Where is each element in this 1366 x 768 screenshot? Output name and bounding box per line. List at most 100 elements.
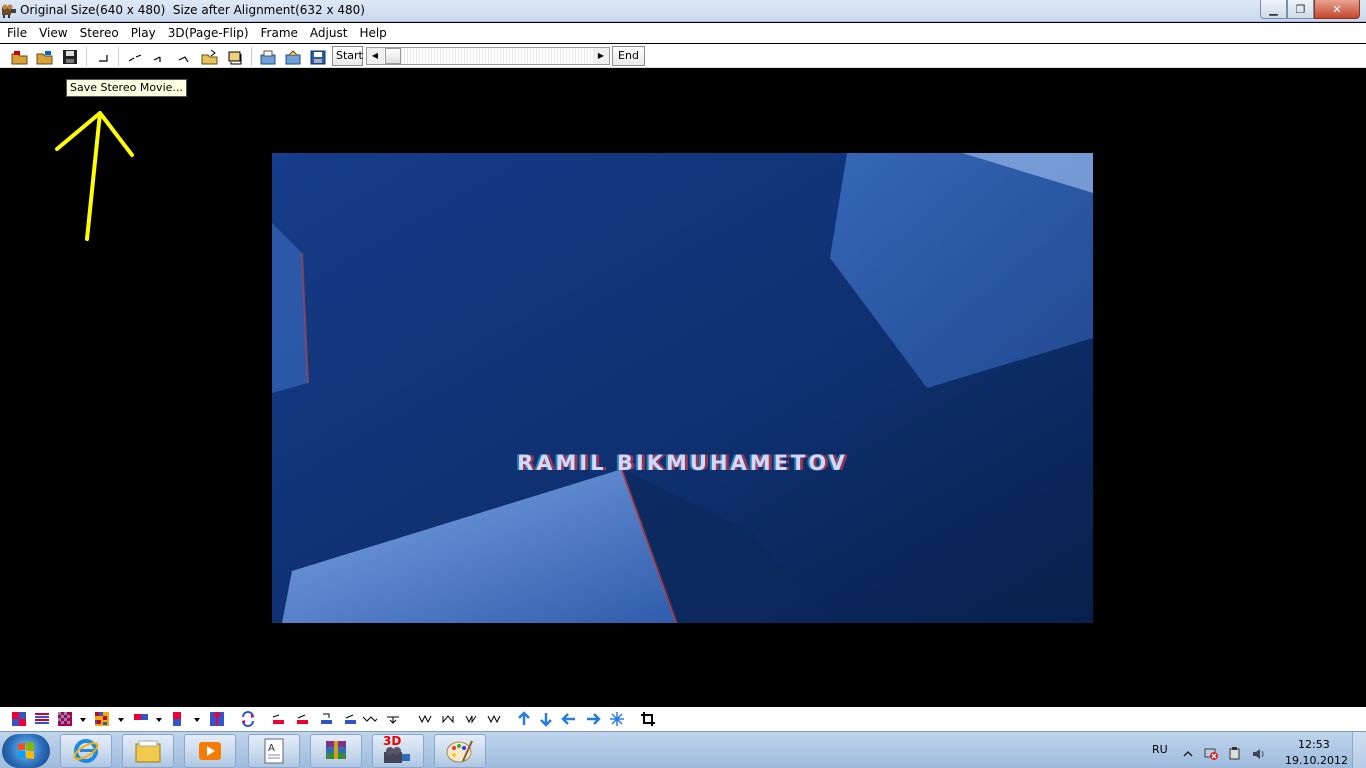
explorer-icon bbox=[135, 740, 161, 763]
open-folder-icon[interactable] bbox=[201, 49, 219, 65]
scroll-left-icon[interactable]: ◀ bbox=[367, 48, 383, 64]
wave-1-icon[interactable] bbox=[417, 711, 433, 727]
minimize-icon: ▁ bbox=[1269, 2, 1278, 16]
arrow-right-icon[interactable] bbox=[585, 711, 601, 727]
network-warning-icon[interactable] bbox=[1204, 745, 1218, 760]
align-icon[interactable] bbox=[94, 49, 112, 65]
save-disk-icon[interactable] bbox=[309, 49, 327, 65]
dropdown-icon[interactable] bbox=[192, 711, 202, 727]
over-under-icon[interactable] bbox=[170, 711, 186, 727]
video-caption: RAMIL BIKMUHAMETOV bbox=[517, 451, 848, 475]
svg-text:A: A bbox=[268, 743, 275, 754]
frame-scrollbar[interactable]: ◀ ▶ bbox=[366, 47, 610, 65]
taskbar: A 3D RU 12:53 19.10.2012 bbox=[0, 731, 1366, 768]
flip-icon[interactable] bbox=[151, 49, 169, 65]
menu-frame[interactable]: Frame bbox=[255, 23, 304, 43]
stereo-app-badge: 3D bbox=[383, 734, 402, 748]
close-icon: ✕ bbox=[1332, 2, 1342, 16]
menu-file[interactable]: File bbox=[0, 23, 33, 43]
maximize-button[interactable]: ❐ bbox=[1287, 0, 1314, 19]
menu-adjust[interactable]: Adjust bbox=[304, 23, 354, 43]
highlight-arrow-icon bbox=[55, 111, 134, 241]
restore-icon: ❐ bbox=[1295, 2, 1306, 16]
clock-time[interactable]: 12:53 bbox=[1298, 738, 1330, 751]
window-controls: ▁ ❐ ✕ bbox=[1260, 0, 1360, 20]
winrar-icon bbox=[326, 741, 346, 759]
toolbar-separator bbox=[86, 47, 87, 66]
mosaic-icon[interactable] bbox=[94, 711, 110, 727]
end-button[interactable]: End bbox=[612, 46, 645, 66]
media-player-icon bbox=[199, 742, 221, 760]
arrow-down-icon[interactable] bbox=[538, 711, 554, 727]
power-icon[interactable] bbox=[1228, 745, 1242, 760]
swap-eyes-icon[interactable] bbox=[240, 711, 256, 727]
save-stereo-icon[interactable] bbox=[61, 49, 79, 65]
anaglyph-rc-icon[interactable] bbox=[11, 711, 27, 727]
volume-icon[interactable] bbox=[1252, 745, 1266, 759]
open-right-icon[interactable] bbox=[36, 49, 54, 65]
side-by-side-icon[interactable] bbox=[133, 711, 149, 727]
align-1-icon[interactable] bbox=[270, 711, 286, 727]
toolbar-separator bbox=[251, 47, 252, 66]
start-button[interactable] bbox=[2, 734, 50, 768]
center-icon[interactable] bbox=[609, 711, 625, 727]
checkerboard-icon[interactable] bbox=[57, 711, 73, 727]
arrow-left-icon[interactable] bbox=[561, 711, 577, 727]
internet-explorer-icon bbox=[73, 739, 99, 763]
wave-3-icon[interactable] bbox=[463, 711, 479, 727]
taskbar-paint[interactable] bbox=[434, 734, 486, 768]
taskbar-winrar[interactable] bbox=[310, 734, 362, 768]
split-icon[interactable] bbox=[209, 711, 225, 727]
taskbar-document[interactable]: A bbox=[248, 734, 300, 768]
dropdown-icon[interactable] bbox=[154, 711, 164, 727]
align-5-icon[interactable] bbox=[362, 711, 378, 727]
taskbar-media-player[interactable] bbox=[184, 734, 236, 768]
crop-frame-icon[interactable] bbox=[640, 711, 656, 727]
align-2-icon[interactable] bbox=[294, 711, 310, 727]
menu-help[interactable]: Help bbox=[353, 23, 392, 43]
start-button[interactable]: Start bbox=[332, 46, 363, 66]
interlaced-icon[interactable] bbox=[34, 711, 50, 727]
stereo-video-frame[interactable]: RAMIL BIKMUHAMETOV bbox=[272, 153, 1093, 623]
taskbar-explorer[interactable] bbox=[122, 734, 174, 768]
menu-bar: File View Stereo Play 3D(Page-Flip) Fram… bbox=[0, 23, 1366, 43]
rotate-icon[interactable] bbox=[176, 49, 194, 65]
scroll-thumb[interactable] bbox=[385, 48, 401, 64]
wave-2-icon[interactable] bbox=[440, 711, 456, 727]
language-indicator[interactable]: RU bbox=[1152, 743, 1168, 756]
align-4-icon[interactable] bbox=[342, 711, 358, 727]
window-title: Original Size(640 x 480) Size after Alig… bbox=[20, 3, 365, 17]
document-icon: A bbox=[264, 738, 284, 764]
crop-icon[interactable] bbox=[226, 49, 244, 65]
video-scene bbox=[272, 153, 1093, 623]
save-stereo-tooltip: Save Stereo Movie... bbox=[66, 79, 187, 97]
export-icon[interactable] bbox=[284, 49, 302, 65]
load-icon[interactable] bbox=[259, 49, 277, 65]
menu-play[interactable]: Play bbox=[125, 23, 162, 43]
app-icon[interactable] bbox=[1, 3, 17, 19]
toolbar-separator bbox=[118, 47, 119, 66]
align-6-icon[interactable] bbox=[385, 711, 401, 727]
dropdown-icon[interactable] bbox=[116, 711, 126, 727]
taskbar-stereo-movie-maker[interactable]: 3D bbox=[372, 734, 424, 768]
menu-stereo[interactable]: Stereo bbox=[74, 23, 125, 43]
align-3-icon[interactable] bbox=[318, 711, 334, 727]
wave-4-icon[interactable] bbox=[486, 711, 502, 727]
swap-icon[interactable] bbox=[126, 49, 144, 65]
menu-3d-page-flip[interactable]: 3D(Page-Flip) bbox=[162, 23, 255, 43]
dropdown-icon[interactable] bbox=[78, 711, 88, 727]
app-root: Original Size(640 x 480) Size after Alig… bbox=[0, 0, 1366, 768]
arrow-up-icon[interactable] bbox=[516, 711, 532, 727]
paint-icon bbox=[446, 740, 473, 763]
taskbar-internet-explorer[interactable] bbox=[60, 734, 112, 768]
show-hidden-icons-icon[interactable] bbox=[1181, 745, 1195, 758]
minimize-button[interactable]: ▁ bbox=[1260, 0, 1287, 19]
title-bar: Original Size(640 x 480) Size after Alig… bbox=[0, 0, 1366, 22]
close-button[interactable]: ✕ bbox=[1314, 0, 1360, 19]
open-left-icon[interactable] bbox=[11, 49, 29, 65]
clock-date[interactable]: 19.10.2012 bbox=[1285, 754, 1348, 767]
scroll-track[interactable] bbox=[383, 48, 593, 64]
scroll-right-icon[interactable]: ▶ bbox=[593, 48, 609, 64]
menu-view[interactable]: View bbox=[33, 23, 73, 43]
show-desktop-button[interactable] bbox=[1352, 732, 1366, 768]
